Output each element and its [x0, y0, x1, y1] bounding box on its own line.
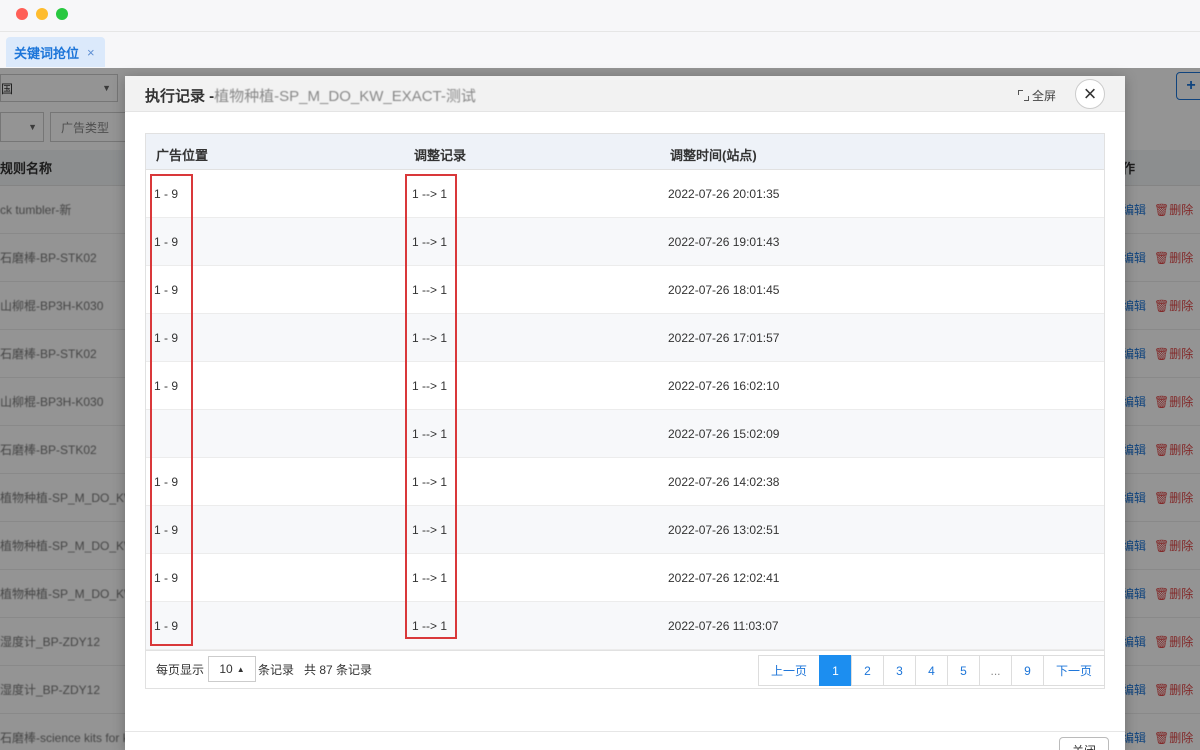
table-row: 1 - 91 --> 1 2022-07-26 17:01:57 [146, 314, 1104, 362]
page-ellipsis: ... [979, 655, 1012, 686]
table-row: 1 - 91 --> 1 2022-07-26 11:03:07 [146, 602, 1104, 650]
tab-close-icon[interactable]: × [87, 45, 95, 60]
per-page-value: 10 [219, 662, 233, 676]
column-ad-position: 广告位置 [156, 148, 209, 163]
execution-log-modal: 执行记录 - 植物种植-SP_M_DO_KW_EXACT-测试 全屏 × 广告位… [125, 76, 1125, 750]
column-adjust-record: 调整记录 [414, 148, 467, 163]
table-row: 1 - 91 --> 1 2022-07-26 19:01:43 [146, 218, 1104, 266]
adjust-time-cell: 2022-07-26 19:01:43 [668, 235, 780, 249]
modal-header: 执行记录 - 植物种植-SP_M_DO_KW_EXACT-测试 全屏 × [125, 76, 1125, 112]
modal-title-rule: 植物种植-SP_M_DO_KW_EXACT-测试 [214, 88, 476, 105]
close-button[interactable]: 关闭 [1059, 737, 1109, 750]
modal-title-text: 执行记录 - [145, 88, 215, 105]
column-adjust-time: 调整时间(站点) [670, 148, 757, 163]
adjust-time-cell: 2022-07-26 14:02:38 [668, 475, 780, 489]
window-titlebar [0, 0, 1200, 32]
highlight-box-position [150, 174, 193, 646]
page-1-button[interactable]: 1 [819, 655, 852, 686]
records-suffix: 条记录 [258, 663, 295, 677]
modal-footer-divider [125, 731, 1125, 732]
next-page-button[interactable]: 下一页 [1043, 655, 1105, 686]
adjust-time-cell: 2022-07-26 11:03:07 [668, 619, 779, 633]
table-row: 1 - 91 --> 1 2022-07-26 20:01:35 [146, 170, 1104, 218]
total-records: 共 87 条记录 [304, 663, 373, 677]
maximize-window-icon[interactable] [56, 8, 68, 20]
table-row: 1 - 91 --> 1 2022-07-26 18:01:45 [146, 266, 1104, 314]
adjust-time-cell: 2022-07-26 15:02:09 [668, 427, 780, 441]
pager: 上一页 1 2 3 4 5 ... 9 下一页 [758, 655, 1105, 686]
minimize-window-icon[interactable] [36, 8, 48, 20]
tab-keyword-bidding[interactable]: 关键词抢位 × [6, 37, 105, 67]
tab-label: 关键词抢位 [14, 45, 80, 61]
page-9-button[interactable]: 9 [1011, 655, 1044, 686]
table-row: 1 --> 1 2022-07-26 15:02:09 [146, 410, 1104, 458]
table-row: 1 - 91 --> 1 2022-07-26 13:02:51 [146, 506, 1104, 554]
table-row: 1 - 91 --> 1 2022-07-26 16:02:10 [146, 362, 1104, 410]
adjust-time-cell: 2022-07-26 17:01:57 [668, 331, 780, 345]
page-4-button[interactable]: 4 [915, 655, 948, 686]
adjust-time-cell: 2022-07-26 13:02:51 [668, 523, 780, 537]
per-page-select[interactable]: 10 ▲ [208, 656, 256, 682]
modal-title: 执行记录 - 植物种植-SP_M_DO_KW_EXACT-测试 [145, 85, 476, 106]
tab-bar: 关键词抢位 × [0, 32, 1200, 68]
adjust-time-cell: 2022-07-26 20:01:35 [668, 187, 780, 201]
log-table-header: 广告位置 调整记录 调整时间(站点) [146, 134, 1104, 170]
table-row: 1 - 91 --> 1 2022-07-26 14:02:38 [146, 458, 1104, 506]
fullscreen-button[interactable]: 全屏 [1018, 87, 1056, 104]
per-page-label: 每页显示 [156, 663, 205, 677]
adjust-time-cell: 2022-07-26 16:02:10 [668, 379, 780, 393]
close-icon[interactable]: × [1075, 79, 1105, 109]
page-3-button[interactable]: 3 [883, 655, 916, 686]
expand-icon [1018, 90, 1029, 101]
page-2-button[interactable]: 2 [851, 655, 884, 686]
page-5-button[interactable]: 5 [947, 655, 980, 686]
table-row: 1 - 91 --> 1 2022-07-26 12:02:41 [146, 554, 1104, 602]
close-window-icon[interactable] [16, 8, 28, 20]
pagination-bar: 每页显示 10 ▲ 条记录 共 87 条记录 上一页 1 2 3 4 5 ...… [145, 651, 1105, 689]
fullscreen-label: 全屏 [1032, 89, 1057, 103]
adjust-time-cell: 2022-07-26 18:01:45 [668, 283, 780, 297]
log-table: 广告位置 调整记录 调整时间(站点) 1 - 91 --> 1 2022-07-2… [145, 133, 1105, 651]
adjust-time-cell: 2022-07-26 12:02:41 [668, 571, 780, 585]
prev-page-button[interactable]: 上一页 [758, 655, 820, 686]
caret-up-icon: ▲ [236, 664, 245, 674]
highlight-box-adjust [405, 174, 457, 639]
